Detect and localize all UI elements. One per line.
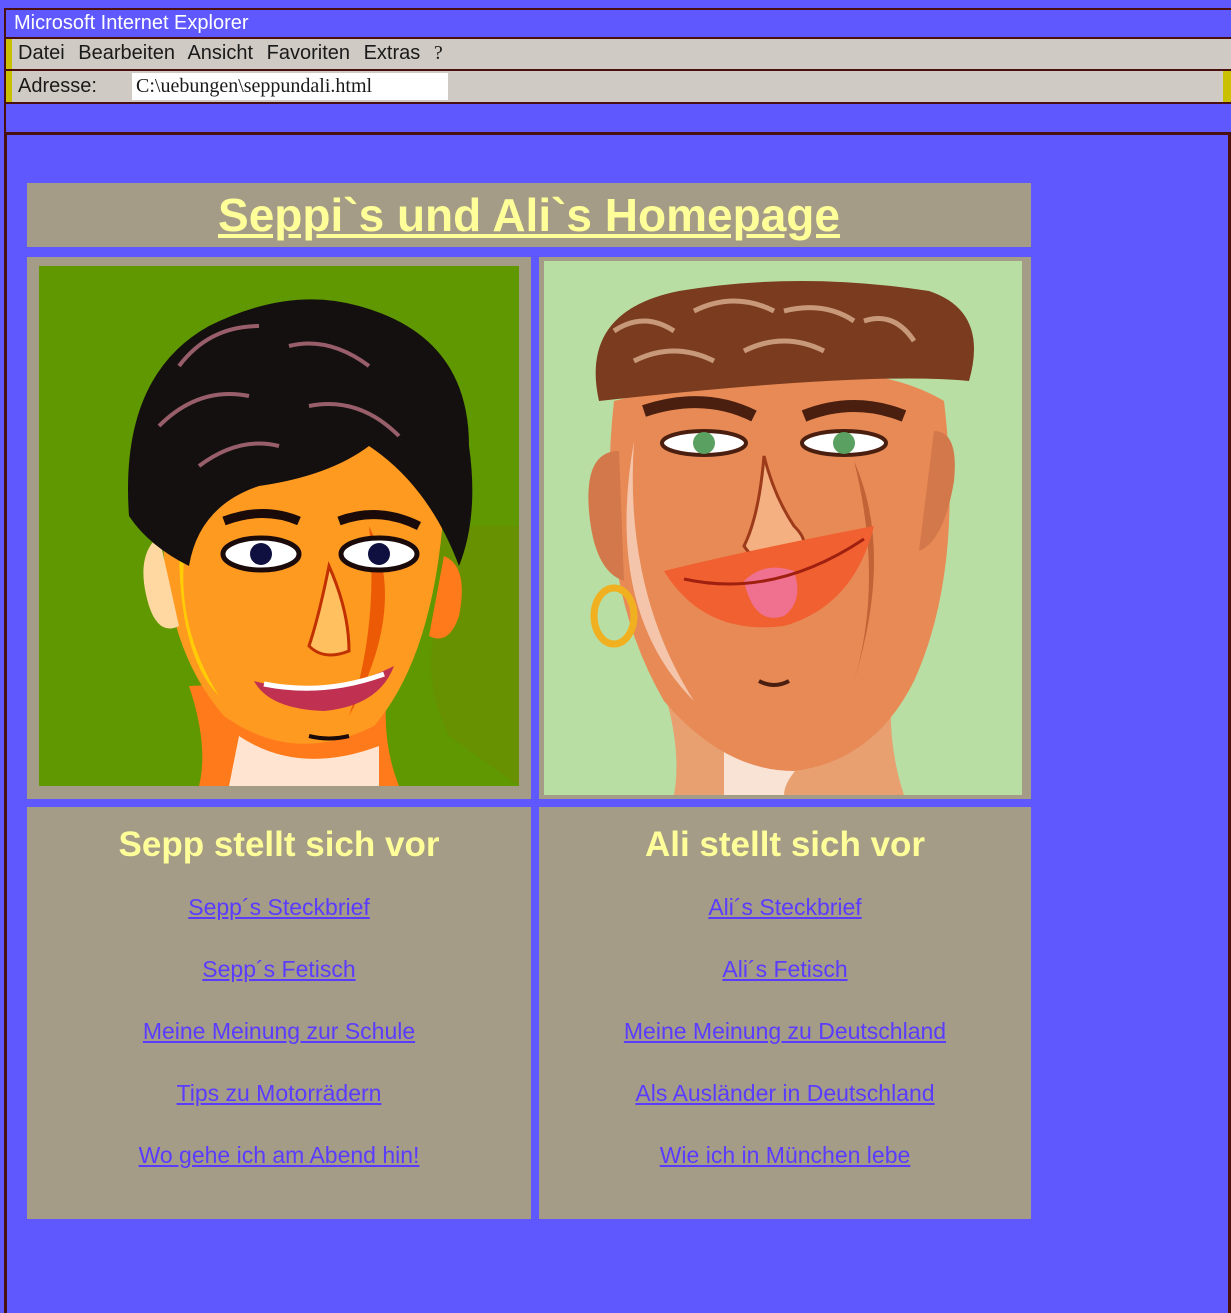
- page-viewport: Seppi`s und Ali`s Homepage Sepp stellt s…: [4, 132, 1231, 1313]
- sepp-link-steckbrief[interactable]: Sepp´s Steckbrief: [27, 893, 531, 921]
- sepp-link-schule[interactable]: Meine Meinung zur Schule: [27, 1017, 531, 1045]
- window-title-bar: Microsoft Internet Explorer: [4, 8, 1231, 37]
- menu-help[interactable]: ?: [434, 42, 443, 64]
- menu-bearbeiten[interactable]: Bearbeiten: [78, 42, 175, 64]
- ali-heading: Ali stellt sich vor: [644, 825, 926, 864]
- sepp-portrait-panel: [27, 257, 531, 799]
- ali-panel: Ali stellt sich vor Ali´s Steckbrief Ali…: [539, 807, 1031, 1219]
- ali-link-steckbrief[interactable]: Ali´s Steckbrief: [539, 893, 1031, 921]
- ali-link-muenchen[interactable]: Wie ich in München lebe: [539, 1141, 1031, 1169]
- ali-link-auslaender[interactable]: Als Ausländer in Deutschland: [539, 1079, 1031, 1107]
- window-title: Microsoft Internet Explorer: [14, 12, 249, 34]
- ali-portrait-panel: [539, 257, 1031, 799]
- page-title[interactable]: Seppi`s und Ali`s Homepage: [218, 183, 840, 247]
- address-input[interactable]: C:\uebungen\seppundali.html: [132, 73, 448, 100]
- address-bar: Adresse: C:\uebungen\seppundali.html: [4, 71, 1231, 104]
- menu-extras[interactable]: Extras: [364, 42, 421, 64]
- sepp-panel: Sepp stellt sich vor Sepp´s Steckbrief S…: [27, 807, 531, 1219]
- menu-bar: Datei Bearbeiten Ansicht Favoriten Extra…: [4, 37, 1231, 71]
- menu-datei[interactable]: Datei: [18, 42, 65, 64]
- sepp-link-motorraeder[interactable]: Tips zu Motorrädern: [27, 1079, 531, 1107]
- page-header: Seppi`s und Ali`s Homepage: [27, 183, 1031, 247]
- sepp-heading: Sepp stellt sich vor: [118, 825, 440, 864]
- menu-favoriten[interactable]: Favoriten: [267, 42, 350, 64]
- ali-portrait: [544, 261, 1022, 795]
- sepp-link-fetisch[interactable]: Sepp´s Fetisch: [27, 955, 531, 983]
- sepp-portrait: [39, 266, 519, 786]
- sepp-link-abend[interactable]: Wo gehe ich am Abend hin!: [27, 1141, 531, 1169]
- toolbar-strip: [4, 104, 1231, 132]
- menu-ansicht[interactable]: Ansicht: [187, 42, 253, 64]
- ali-link-fetisch[interactable]: Ali´s Fetisch: [539, 955, 1031, 983]
- address-label: Adresse:: [18, 75, 97, 97]
- ali-link-deutschland[interactable]: Meine Meinung zu Deutschland: [539, 1017, 1031, 1045]
